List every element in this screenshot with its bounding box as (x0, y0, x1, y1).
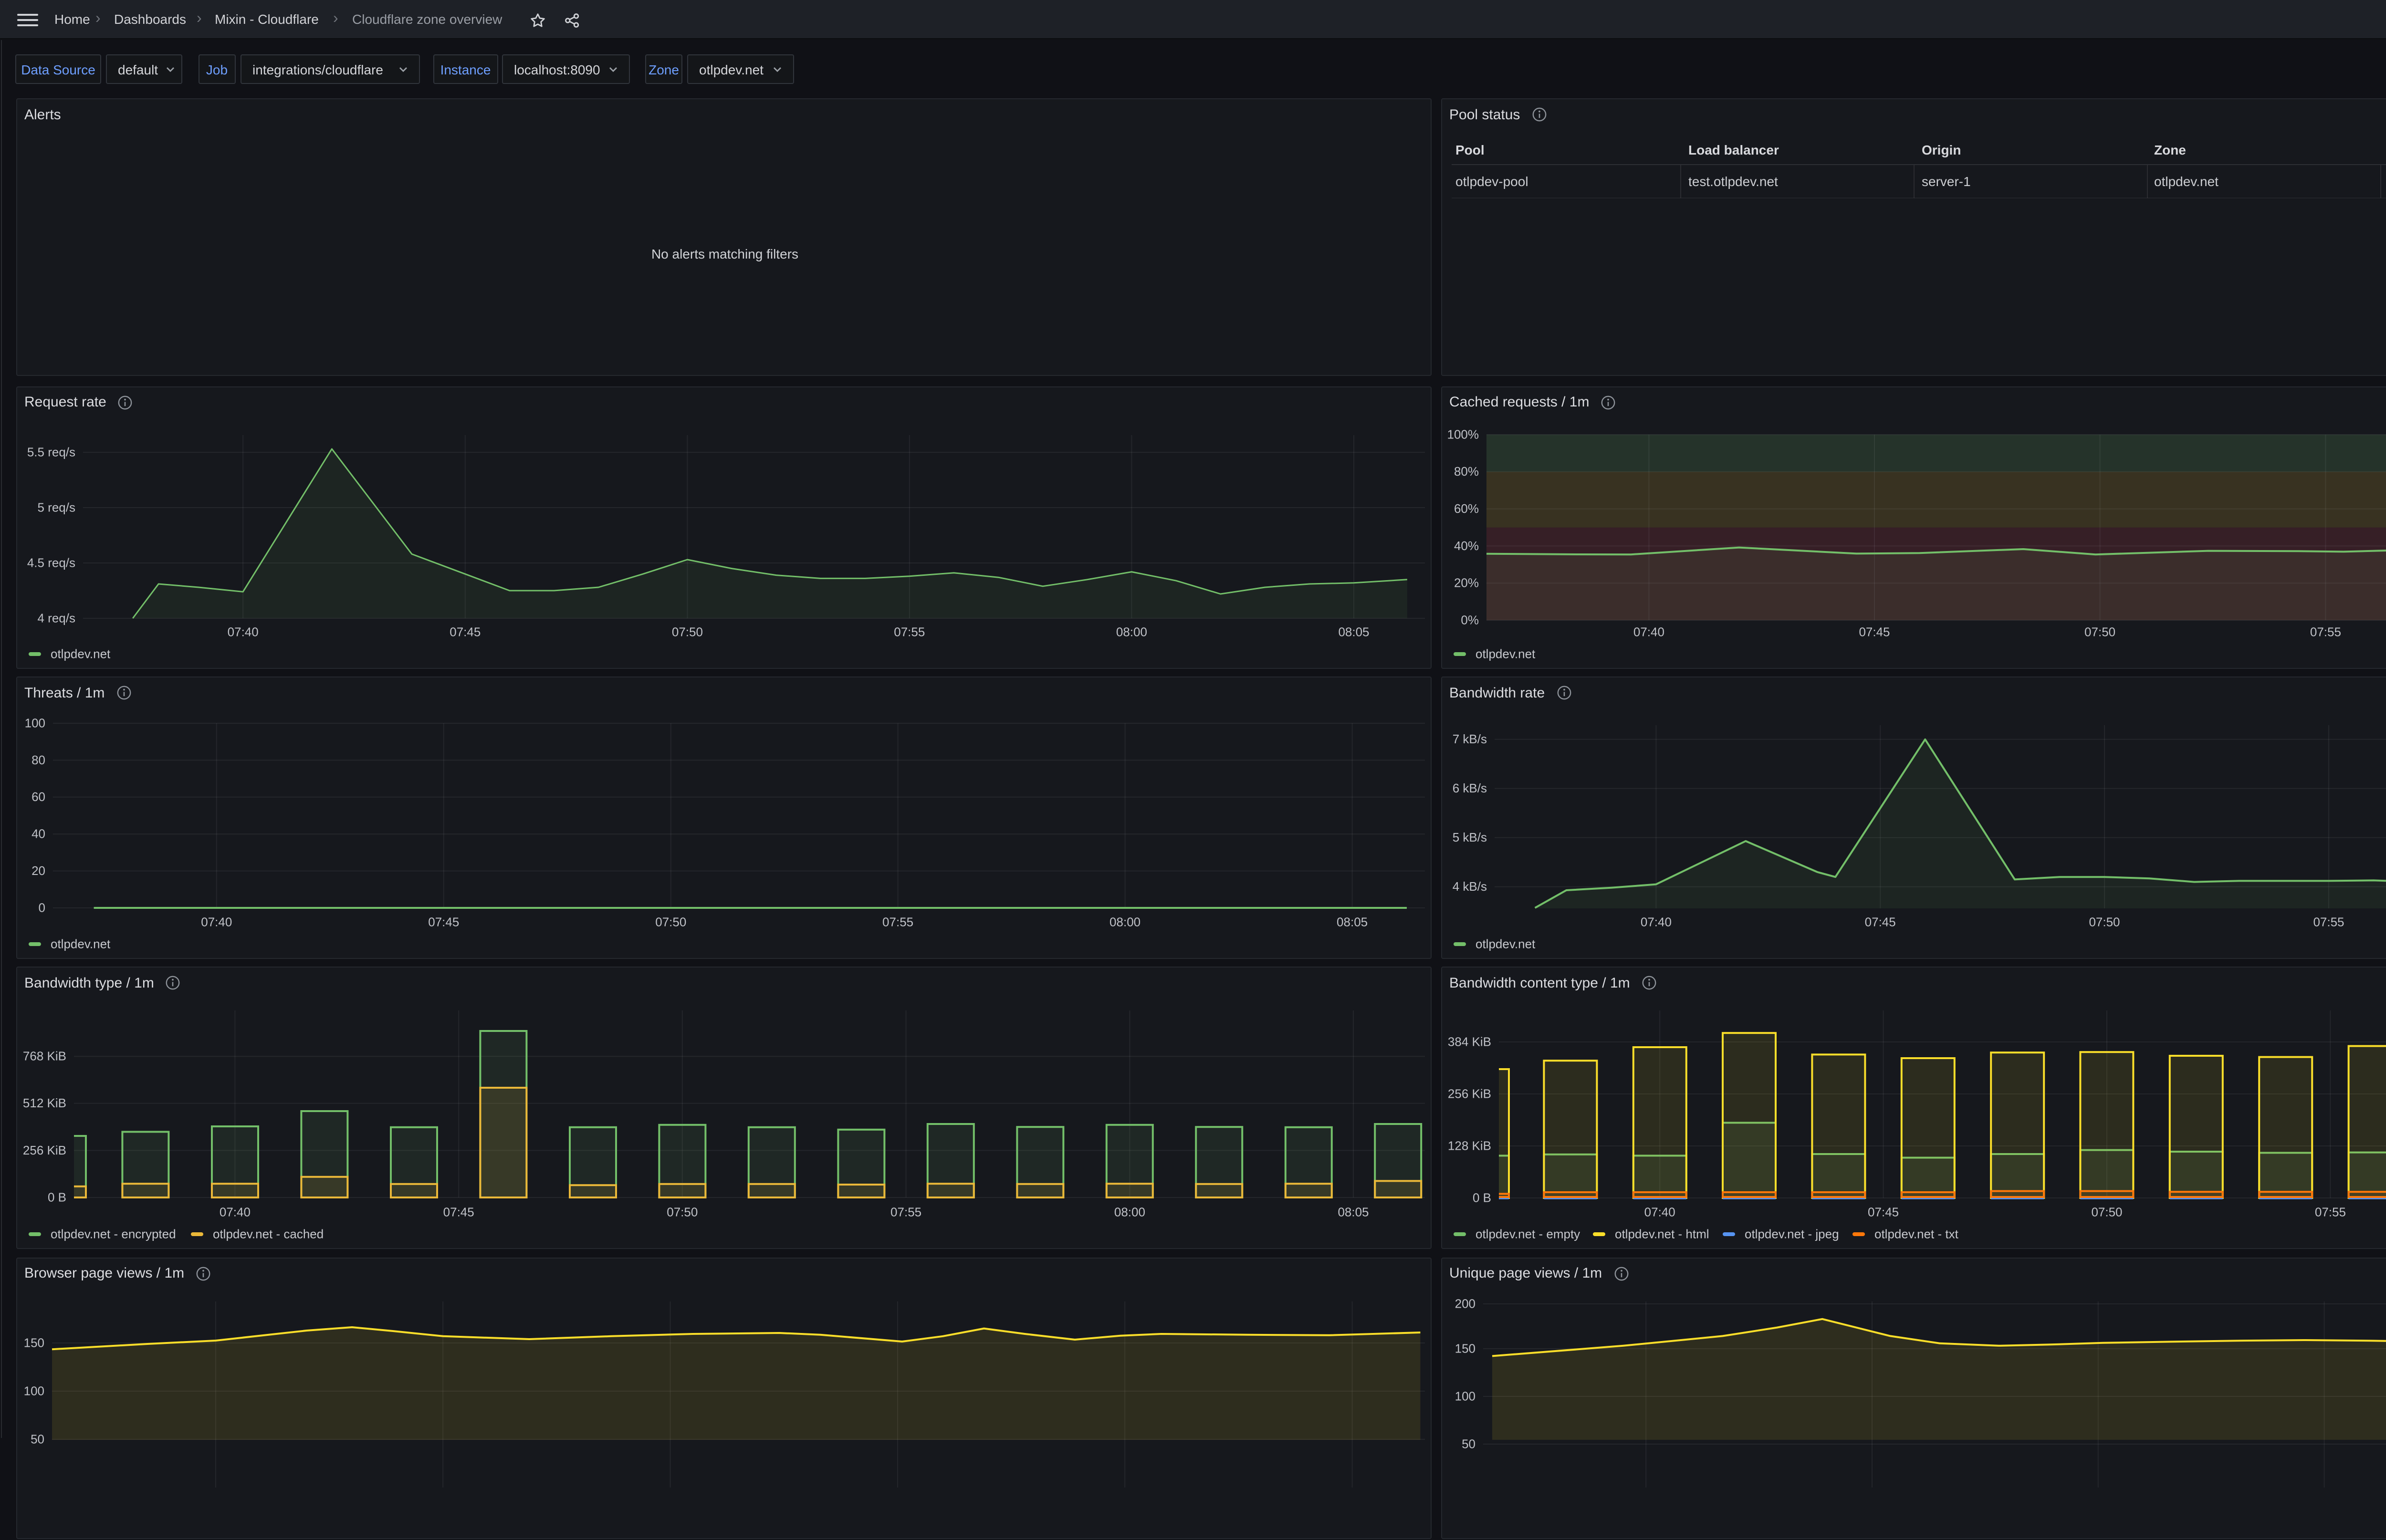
svg-text:otlpdev-pool: otlpdev-pool (1455, 174, 1528, 189)
svg-text:40%: 40% (1454, 538, 1478, 552)
svg-text:07:40: 07:40 (227, 624, 258, 638)
svg-text:07:55: 07:55 (893, 624, 924, 638)
svg-text:07:50: 07:50 (666, 1205, 697, 1219)
svg-text:5 req/s: 5 req/s (37, 499, 75, 514)
svg-text:08:00: 08:00 (1114, 1205, 1145, 1219)
svg-text:4 kB/s: 4 kB/s (1452, 879, 1486, 894)
svg-text:60: 60 (31, 790, 45, 804)
svg-text:200: 200 (1455, 1296, 1475, 1310)
svg-text:otlpdev.net: otlpdev.net (2154, 174, 2218, 189)
svg-text:08:00: 08:00 (1109, 915, 1140, 929)
svg-text:150: 150 (23, 1335, 44, 1349)
svg-text:5.5 req/s: 5.5 req/s (27, 444, 75, 458)
svg-text:otlpdev.net: otlpdev.net (50, 646, 110, 660)
svg-text:otlpdev.net: otlpdev.net (50, 936, 110, 951)
svg-text:7 kB/s: 7 kB/s (1452, 732, 1486, 746)
svg-text:Load balancer: Load balancer (1688, 143, 1779, 157)
svg-text:07:40: 07:40 (1633, 624, 1664, 638)
svg-text:07:50: 07:50 (671, 624, 702, 638)
svg-text:07:55: 07:55 (890, 1205, 921, 1219)
svg-text:07:40: 07:40 (219, 1205, 250, 1219)
svg-text:server-1: server-1 (1921, 174, 1970, 189)
svg-text:otlpdev.net - encrypted: otlpdev.net - encrypted (50, 1227, 176, 1241)
svg-text:07:55: 07:55 (2314, 1205, 2345, 1219)
svg-text:4.5 req/s: 4.5 req/s (27, 555, 75, 569)
svg-text:20: 20 (31, 864, 45, 878)
svg-text:0: 0 (38, 900, 45, 915)
svg-text:5 kB/s: 5 kB/s (1452, 830, 1486, 844)
svg-text:07:40: 07:40 (1640, 915, 1671, 929)
svg-text:07:50: 07:50 (2088, 915, 2119, 929)
svg-text:384 KiB: 384 KiB (1447, 1034, 1491, 1049)
svg-text:0 B: 0 B (47, 1190, 66, 1204)
svg-text:otlpdev.net - empty: otlpdev.net - empty (1475, 1227, 1580, 1241)
svg-text:50: 50 (1461, 1436, 1475, 1450)
svg-text:256 KiB: 256 KiB (22, 1143, 66, 1157)
svg-text:Origin: Origin (1921, 143, 1960, 157)
svg-text:512 KiB: 512 KiB (22, 1096, 66, 1110)
svg-text:6 kB/s: 6 kB/s (1452, 781, 1486, 795)
svg-text:No alerts matching filters: No alerts matching filters (651, 247, 798, 261)
svg-text:otlpdev.net - txt: otlpdev.net - txt (1874, 1227, 1958, 1241)
svg-text:20%: 20% (1454, 575, 1478, 590)
svg-text:100: 100 (23, 1383, 44, 1397)
svg-text:08:00: 08:00 (1116, 624, 1147, 638)
svg-text:07:55: 07:55 (2313, 915, 2344, 929)
svg-text:Zone: Zone (2154, 143, 2186, 157)
svg-text:test.otlpdev.net: test.otlpdev.net (1688, 174, 1778, 189)
svg-text:07:45: 07:45 (449, 624, 480, 638)
svg-text:07:45: 07:45 (428, 915, 459, 929)
svg-text:50: 50 (30, 1431, 44, 1446)
svg-text:otlpdev.net - cached: otlpdev.net - cached (212, 1227, 323, 1241)
svg-text:08:05: 08:05 (1338, 624, 1369, 638)
svg-text:07:45: 07:45 (1867, 1205, 1898, 1219)
svg-text:100: 100 (1455, 1388, 1475, 1403)
svg-text:100: 100 (24, 716, 45, 730)
svg-text:768 KiB: 768 KiB (22, 1049, 66, 1063)
svg-text:80%: 80% (1454, 464, 1478, 478)
svg-text:07:40: 07:40 (200, 915, 231, 929)
svg-text:07:45: 07:45 (1858, 624, 1889, 638)
svg-text:otlpdev.net: otlpdev.net (1475, 646, 1535, 660)
svg-text:07:45: 07:45 (1864, 915, 1895, 929)
svg-text:07:55: 07:55 (2310, 624, 2341, 638)
svg-text:07:45: 07:45 (443, 1205, 474, 1219)
svg-text:100%: 100% (1447, 427, 1479, 441)
svg-text:07:50: 07:50 (2091, 1205, 2122, 1219)
svg-text:0 B: 0 B (1472, 1190, 1491, 1205)
svg-text:40: 40 (31, 827, 45, 841)
svg-text:07:50: 07:50 (2084, 624, 2115, 638)
svg-text:otlpdev.net - jpeg: otlpdev.net - jpeg (1744, 1227, 1839, 1241)
svg-text:07:50: 07:50 (655, 915, 686, 929)
svg-text:08:05: 08:05 (1336, 915, 1367, 929)
svg-text:0%: 0% (1460, 612, 1478, 626)
svg-text:otlpdev.net: otlpdev.net (1475, 936, 1535, 951)
svg-text:08:05: 08:05 (1337, 1205, 1368, 1219)
svg-text:07:55: 07:55 (882, 915, 913, 929)
svg-text:60%: 60% (1454, 501, 1478, 515)
svg-text:80: 80 (31, 753, 45, 767)
svg-text:otlpdev.net - html: otlpdev.net - html (1614, 1227, 1709, 1241)
svg-text:256 KiB: 256 KiB (1447, 1086, 1491, 1101)
svg-text:4 req/s: 4 req/s (37, 610, 75, 624)
svg-text:150: 150 (1455, 1341, 1475, 1355)
svg-text:Pool: Pool (1455, 143, 1484, 157)
svg-text:07:40: 07:40 (1644, 1205, 1675, 1219)
svg-text:128 KiB: 128 KiB (1447, 1138, 1491, 1153)
